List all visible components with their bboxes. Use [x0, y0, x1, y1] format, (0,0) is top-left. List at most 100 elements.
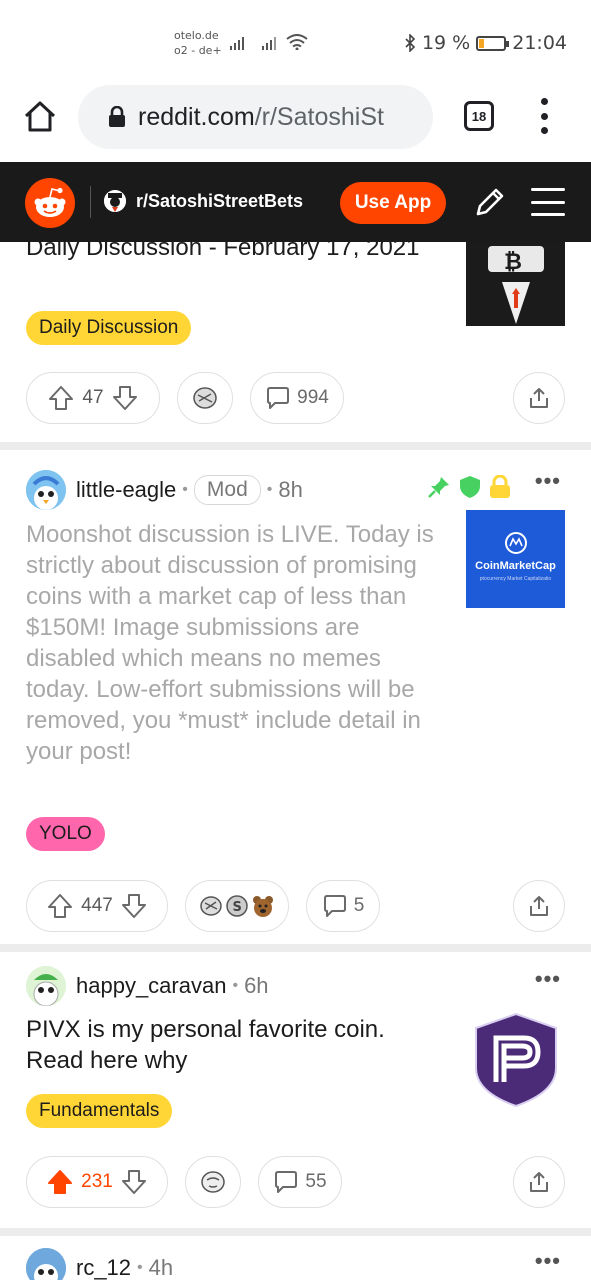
- flair-wrap: YOLO: [26, 817, 105, 851]
- post-time: 8h: [278, 477, 303, 502]
- post-meta: little-eagle • Mod • 8h: [26, 470, 303, 510]
- share-icon: [530, 896, 548, 916]
- post-title[interactable]: Moonshot discussion is LIVE. Today is st…: [26, 519, 441, 767]
- award-icon: [193, 387, 217, 409]
- comment-count: 5: [353, 895, 365, 916]
- post-card[interactable]: Daily Discussion - February 17, 2021 ₿ D…: [0, 234, 591, 442]
- post-flair[interactable]: YOLO: [26, 817, 105, 851]
- battery-percent: 19 %: [421, 32, 471, 54]
- post-time: 6h: [244, 973, 269, 998]
- status-bar: otelo.de o2 - de+ 19 % 21:04: [0, 0, 591, 80]
- browser-menu-icon[interactable]: [536, 98, 552, 134]
- avatar[interactable]: [26, 966, 66, 1006]
- pencil-icon[interactable]: [472, 186, 506, 220]
- post-card[interactable]: rc_12 • 4h •••: [0, 1236, 591, 1280]
- subreddit-name[interactable]: r/SatoshiStreetBets: [136, 191, 303, 212]
- post-actions: 47 994: [26, 372, 565, 426]
- url-host: reddit.com: [138, 102, 255, 131]
- share-button[interactable]: [513, 880, 565, 932]
- upvote-icon[interactable]: [47, 1169, 73, 1195]
- vote-control: 231: [26, 1156, 168, 1208]
- comments-button[interactable]: 5: [306, 880, 380, 932]
- vote-count: 47: [82, 387, 104, 408]
- post-flair[interactable]: Daily Discussion: [26, 311, 192, 345]
- award-button[interactable]: [177, 372, 233, 424]
- downvote-icon[interactable]: [112, 385, 138, 411]
- reddit-header: r/SatoshiStreetBets Use App: [0, 162, 591, 242]
- vote-count: 447: [81, 895, 113, 916]
- post-status-icons: [427, 475, 511, 499]
- signal-icon-2: [262, 37, 276, 50]
- carrier-info: otelo.de o2 - de+: [174, 28, 222, 58]
- flair-wrap: Fundamentals: [26, 1094, 173, 1128]
- share-button[interactable]: [513, 1156, 565, 1208]
- post-thumbnail[interactable]: ₿: [466, 242, 565, 326]
- address-bar[interactable]: reddit.com/r/SatoshiSt: [78, 85, 433, 149]
- svg-text:₿: ₿: [504, 250, 522, 275]
- post-feed: Daily Discussion - February 17, 2021 ₿ D…: [0, 234, 591, 1280]
- wifi-icon: [286, 34, 308, 50]
- post-more-icon[interactable]: •••: [535, 468, 561, 494]
- comments-button[interactable]: 55: [258, 1156, 342, 1208]
- post-more-icon[interactable]: •••: [535, 966, 561, 992]
- share-button[interactable]: [513, 372, 565, 424]
- reddit-logo-icon[interactable]: [25, 178, 75, 228]
- post-separator: [0, 1228, 591, 1236]
- battery-icon: [476, 35, 510, 51]
- comment-icon: [267, 387, 290, 409]
- award-button[interactable]: S: [185, 880, 289, 932]
- post-thumbnail[interactable]: [466, 1010, 565, 1109]
- comments-button[interactable]: 994: [250, 372, 344, 424]
- upvote-icon[interactable]: [48, 385, 74, 411]
- post-more-icon[interactable]: •••: [535, 1248, 561, 1274]
- header-divider: [90, 186, 91, 218]
- post-thumbnail[interactable]: CoinMarketCap ptocurrency Market Capital…: [466, 510, 565, 608]
- status-right: 19 % 21:04: [404, 32, 567, 54]
- shield-icon: [460, 476, 480, 498]
- post-time: 4h: [148, 1255, 174, 1280]
- meta-dot: •: [266, 481, 273, 498]
- url-path: /r/SatoshiSt: [254, 102, 384, 131]
- vote-control: 447: [26, 880, 168, 932]
- lock-icon: [490, 475, 510, 498]
- comment-count: 994: [297, 387, 329, 408]
- author-name[interactable]: little-eagle: [76, 477, 176, 503]
- comment-icon: [275, 1171, 298, 1193]
- award-icon: [201, 1171, 225, 1193]
- post-card[interactable]: little-eagle • Mod • 8h ••• Moonshot dis…: [0, 450, 591, 944]
- post-meta: rc_12 • 4h: [26, 1248, 173, 1280]
- author-name[interactable]: happy_caravan: [76, 973, 226, 999]
- meta-dot: •: [137, 1259, 143, 1276]
- use-app-button[interactable]: Use App: [340, 182, 446, 224]
- flair-wrap: Daily Discussion: [26, 311, 192, 345]
- bluetooth-icon: [405, 34, 416, 52]
- downvote-icon[interactable]: [121, 893, 147, 919]
- signal-icon: [230, 37, 244, 50]
- downvote-icon[interactable]: [121, 1169, 147, 1195]
- author-name[interactable]: rc_12: [76, 1255, 131, 1280]
- coin-award-icon: S: [226, 895, 248, 917]
- avatar[interactable]: [26, 1248, 66, 1280]
- svg-text:S: S: [233, 900, 242, 915]
- comment-count: 55: [305, 1171, 327, 1192]
- post-flair[interactable]: Fundamentals: [26, 1094, 173, 1128]
- pin-icon: [428, 477, 449, 498]
- post-card[interactable]: happy_caravan • 6h ••• PIVX is my person…: [0, 952, 591, 1228]
- tab-switcher-button[interactable]: 18: [464, 101, 494, 131]
- battery-fill: [479, 38, 485, 48]
- upvote-icon[interactable]: [47, 893, 73, 919]
- avatar[interactable]: [26, 470, 66, 510]
- meta-dot: •: [232, 977, 239, 994]
- share-icon: [530, 388, 548, 408]
- bear-award-icon: [253, 896, 273, 917]
- hamburger-menu-icon[interactable]: [531, 188, 565, 216]
- silver-award-icon: [200, 896, 222, 916]
- post-title[interactable]: PIVX is my personal favorite coin. Read …: [26, 1014, 446, 1076]
- post-actions: 447 S 5: [26, 880, 565, 934]
- browser-toolbar: reddit.com/r/SatoshiSt 18: [0, 80, 591, 162]
- url-text: reddit.com/r/SatoshiSt: [138, 103, 384, 132]
- vote-count: 231: [81, 1171, 113, 1192]
- award-button[interactable]: [185, 1156, 241, 1208]
- home-icon[interactable]: [22, 98, 58, 134]
- mod-badge: Mod: [193, 475, 261, 505]
